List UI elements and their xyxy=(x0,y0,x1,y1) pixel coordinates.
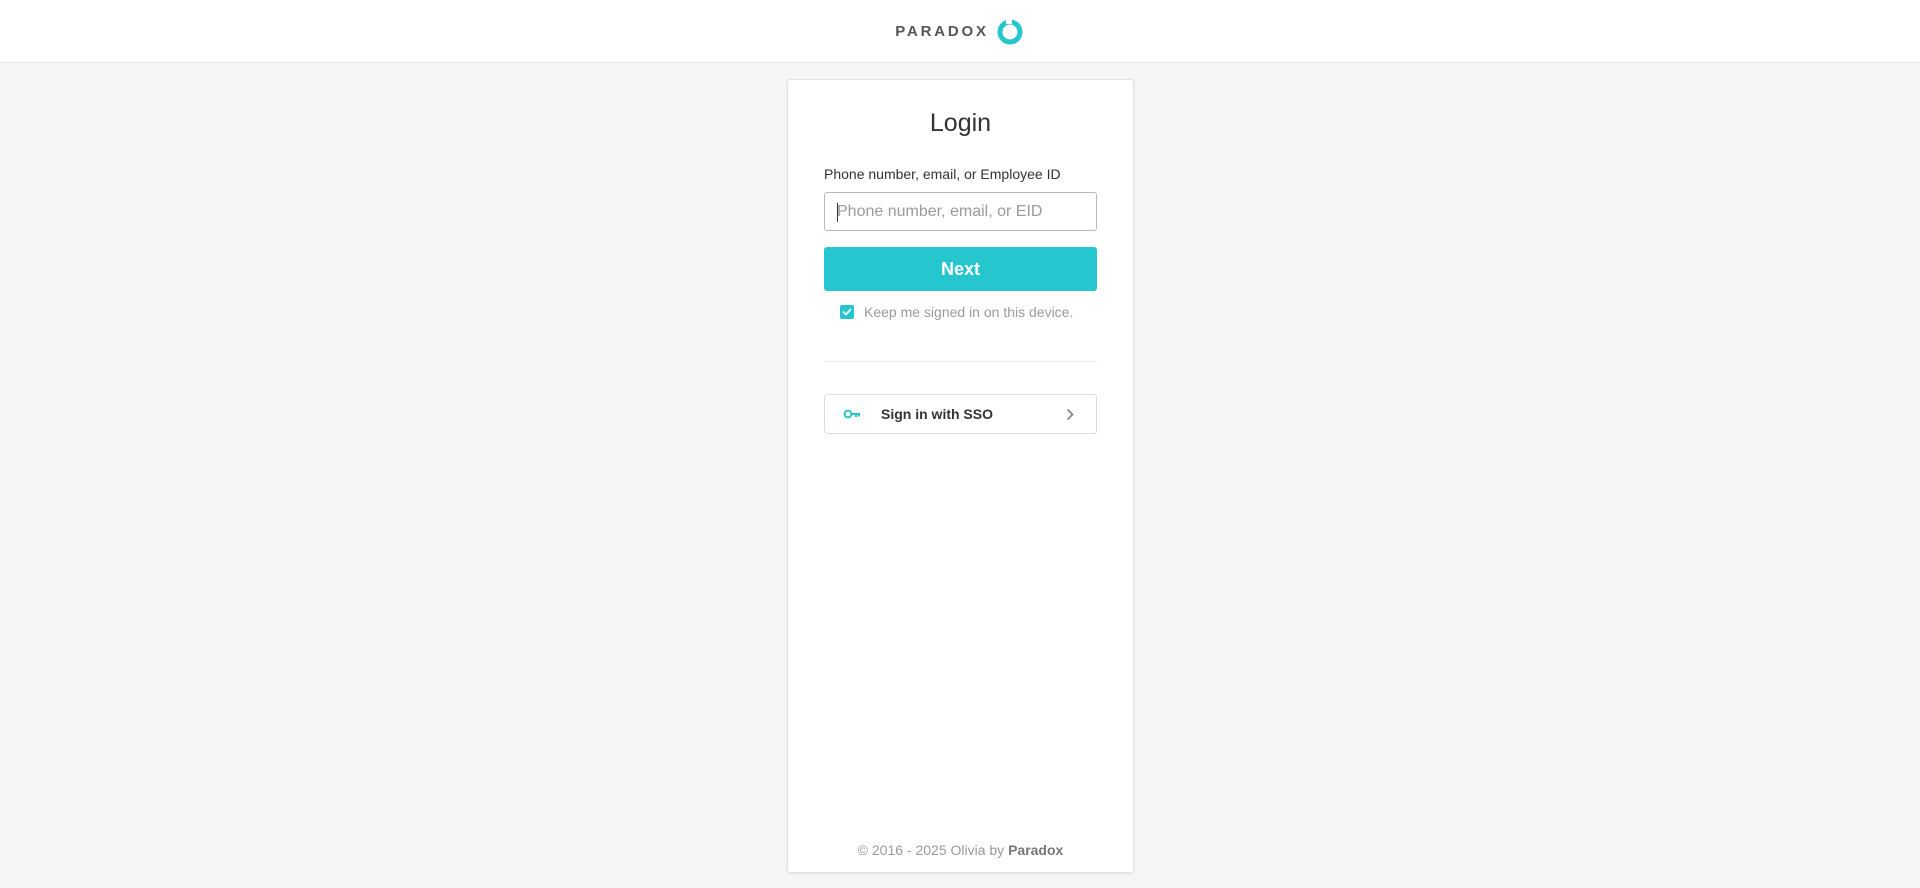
footer-brand-link[interactable]: Paradox xyxy=(1008,842,1063,858)
paradox-logo[interactable]: PARADOX xyxy=(895,16,1025,46)
sso-signin-button[interactable]: Sign in with SSO xyxy=(824,394,1097,434)
login-identifier-input[interactable] xyxy=(825,193,1096,230)
page-title: Login xyxy=(929,109,992,137)
keep-signed-in-label[interactable]: Keep me signed in on this device. xyxy=(864,304,1073,320)
login-card: Login Phone number, email, or Employee I… xyxy=(787,79,1134,873)
login-input-wrapper xyxy=(824,192,1097,231)
logo-text: PARADOX xyxy=(895,22,989,40)
next-button[interactable]: Next xyxy=(824,247,1097,291)
text-caret xyxy=(837,203,838,222)
copyright-text: © 2016 - 2025 Olivia by xyxy=(857,842,1005,858)
keep-signed-in-checkbox[interactable] xyxy=(840,305,854,319)
section-divider xyxy=(824,361,1097,362)
top-header-bar: PARADOX xyxy=(0,0,1920,63)
key-icon xyxy=(843,409,860,419)
sso-label: Sign in with SSO xyxy=(881,406,993,422)
keep-signed-in-row[interactable]: Keep me signed in on this device. xyxy=(840,303,1073,321)
copyright-footer: © 2016 - 2025 Olivia by Paradox xyxy=(788,842,1133,858)
checkmark-icon xyxy=(842,308,852,316)
paradox-ring-icon xyxy=(997,18,1023,45)
login-field-label: Phone number, email, or Employee ID xyxy=(824,166,1061,182)
chevron-right-icon xyxy=(1066,408,1074,421)
